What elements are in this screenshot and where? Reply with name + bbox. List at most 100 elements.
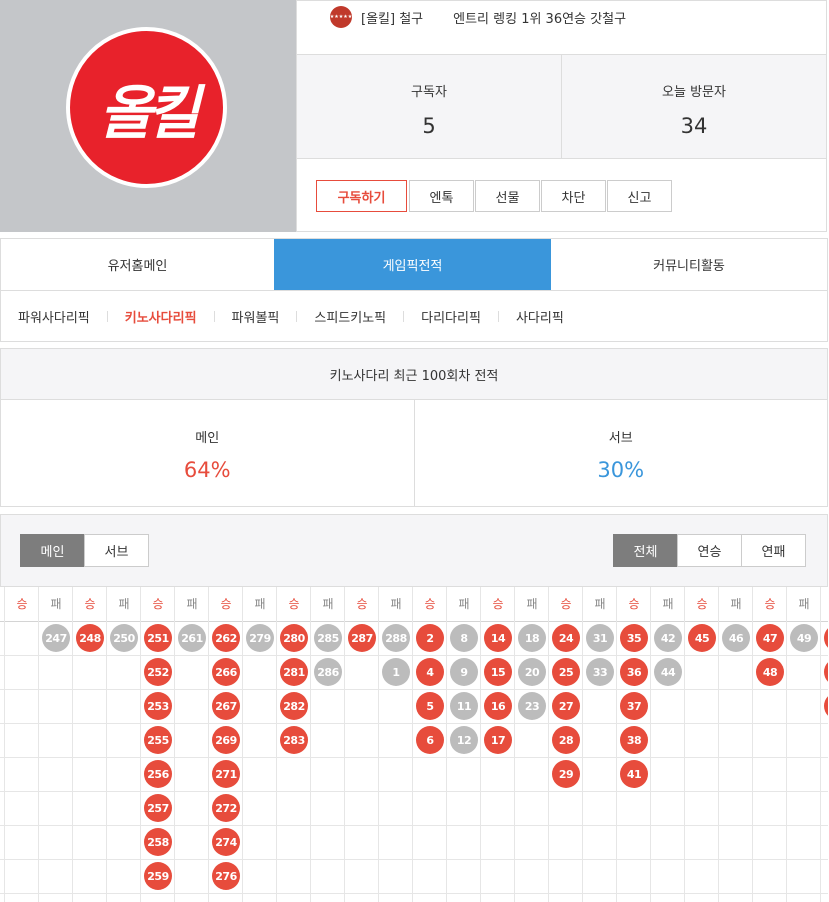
- column-result-label: 패: [458, 597, 470, 611]
- grid-col-line: [650, 587, 651, 902]
- round-ball: 47: [756, 624, 784, 652]
- grid-col-line: [718, 587, 719, 902]
- column-result-label: 패: [798, 597, 810, 611]
- stat-subscribers: 구독자 5: [297, 55, 561, 158]
- round-ball: 36: [620, 658, 648, 686]
- divider: [296, 310, 298, 322]
- round-ball: 25: [552, 658, 580, 686]
- stat-visitors: 오늘 방문자 34: [561, 55, 826, 158]
- headline: 엔트리 렝킹 1위 36연승 갓철구: [453, 11, 627, 27]
- gift-button[interactable]: 선물: [475, 180, 540, 212]
- grid-row-line: [0, 655, 828, 656]
- column-result-label: 패: [118, 597, 130, 611]
- round-ball: 256: [144, 760, 172, 788]
- type-toggle: 메인 서브: [20, 534, 149, 567]
- filter-main-button[interactable]: 메인: [20, 534, 85, 567]
- column-result-label: 패: [322, 597, 334, 611]
- grid-col-line: [582, 587, 583, 902]
- round-ball: 12: [450, 726, 478, 754]
- column-result-label: 승: [424, 597, 436, 611]
- tab-community[interactable]: 커뮤니티활동: [551, 239, 827, 290]
- round-ball: 5: [416, 692, 444, 720]
- round-ball: 14: [484, 624, 512, 652]
- column-result-label: 승: [16, 597, 28, 611]
- grid-col-line: [4, 587, 5, 902]
- sub-tabs: 파워사다리픽 키노사다리픽 파워볼픽 스피드키노픽 다리다리픽 사다리픽: [0, 291, 828, 342]
- round-ball: 38: [620, 726, 648, 754]
- round-ball: 37: [620, 692, 648, 720]
- subscribe-button[interactable]: 구독하기: [316, 180, 407, 212]
- summary-body: 메인 64% 서브 30%: [0, 400, 828, 507]
- round-ball: 253: [144, 692, 172, 720]
- round-ball: 287: [348, 624, 376, 652]
- round-ball: 248: [76, 624, 104, 652]
- round-ball: 286: [314, 658, 342, 686]
- filter-all-button[interactable]: 전체: [613, 534, 678, 567]
- round-ball: 288: [382, 624, 410, 652]
- tab-game-record[interactable]: 게임픽전적: [274, 239, 551, 290]
- round-ball: 9: [450, 658, 478, 686]
- filter-win-streak-button[interactable]: 연승: [677, 534, 742, 567]
- round-ball: 6: [416, 726, 444, 754]
- stat-value: 34: [680, 114, 708, 138]
- round-ball: 255: [144, 726, 172, 754]
- filter-sub-button[interactable]: 서브: [84, 534, 149, 567]
- grid-row-line: [0, 825, 828, 826]
- round-ball: 44: [654, 658, 682, 686]
- round-ball: 49: [790, 624, 818, 652]
- filter-loss-streak-button[interactable]: 연패: [741, 534, 806, 567]
- round-ball: 250: [110, 624, 138, 652]
- round-ball: 35: [620, 624, 648, 652]
- grid-col-line: [106, 587, 107, 902]
- column-result-label: 패: [730, 597, 742, 611]
- round-ball: 15: [484, 658, 512, 686]
- column-result-label: 승: [356, 597, 368, 611]
- subtab-power-ladder[interactable]: 파워사다리픽: [18, 307, 90, 326]
- subtab-speed-keno[interactable]: 스피드키노픽: [314, 307, 386, 326]
- column-result-label: 승: [84, 597, 96, 611]
- round-ball: 276: [212, 862, 240, 890]
- grid-col-line: [480, 587, 481, 902]
- round-ball: 17: [484, 726, 512, 754]
- column-result-label: 승: [560, 597, 572, 611]
- round-ball: 262: [212, 624, 240, 652]
- grid-col-line: [72, 587, 73, 902]
- column-result-label: 승: [492, 597, 504, 611]
- round-ball: 271: [212, 760, 240, 788]
- grid-col-line: [446, 587, 447, 902]
- column-result-label: 패: [526, 597, 538, 611]
- profile-stats: 구독자 5 오늘 방문자 34: [297, 54, 826, 159]
- round-ball: 20: [518, 658, 546, 686]
- summary-value: 30%: [597, 458, 645, 482]
- round-ball: 272: [212, 794, 240, 822]
- column-result-label: 승: [152, 597, 164, 611]
- filter-bar: 메인 서브 전체 연승 연패: [0, 514, 828, 586]
- rank-badge-icon: ★★★★★: [330, 6, 352, 28]
- grid-col-line: [786, 587, 787, 902]
- message-button[interactable]: 엔톡: [409, 180, 474, 212]
- subtab-ladder[interactable]: 사다리픽: [516, 307, 564, 326]
- round-ball: 48: [756, 658, 784, 686]
- round-ball: 16: [484, 692, 512, 720]
- round-ball: 23: [518, 692, 546, 720]
- grid-col-line: [276, 587, 277, 902]
- summary-value: 64%: [183, 458, 231, 482]
- grid-col-line: [242, 587, 243, 902]
- summary-label: 서브: [608, 431, 633, 446]
- nickname: [올킬] 철구: [361, 11, 424, 27]
- subtab-powerball[interactable]: 파워볼픽: [232, 307, 280, 326]
- subtab-keno-ladder[interactable]: 키노사다리픽: [125, 307, 197, 326]
- grid-col-line: [310, 587, 311, 902]
- divider: [403, 310, 405, 322]
- grid-col-line: [616, 587, 617, 902]
- tab-user-home[interactable]: 유저홈메인: [1, 239, 274, 290]
- grid-col-line: [684, 587, 685, 902]
- round-ball: 54: [824, 692, 828, 720]
- round-ball: 31: [586, 624, 614, 652]
- subtab-dari-dari[interactable]: 다리다리픽: [421, 307, 481, 326]
- block-button[interactable]: 차단: [541, 180, 606, 212]
- grid-row-line: [0, 859, 828, 860]
- round-ball: 281: [280, 658, 308, 686]
- stat-label: 구독자: [411, 85, 447, 100]
- report-button[interactable]: 신고: [607, 180, 672, 212]
